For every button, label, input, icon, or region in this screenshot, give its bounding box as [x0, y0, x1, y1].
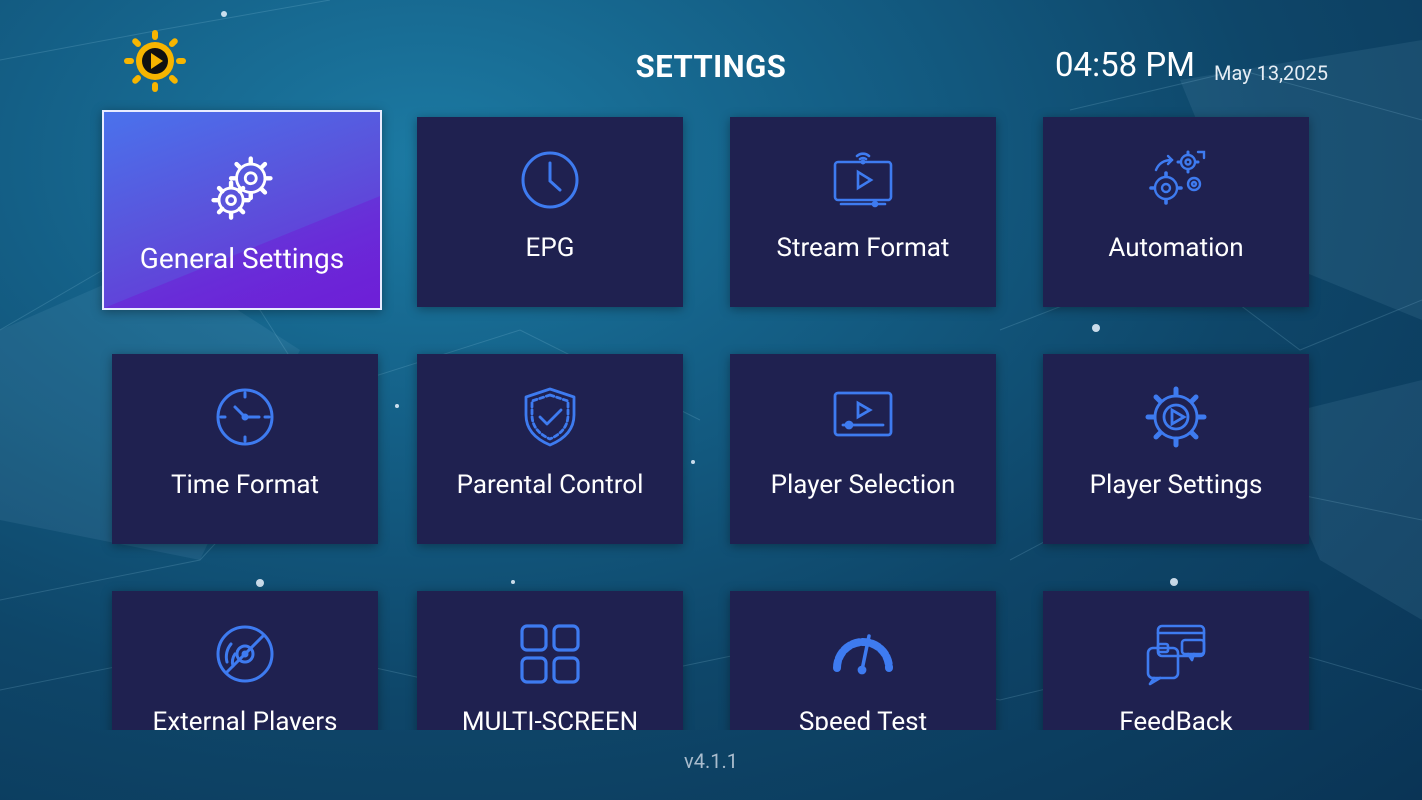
tile-label: Stream Format	[776, 233, 950, 263]
tile-label: General Settings	[139, 242, 345, 275]
tile-player-settings[interactable]: Player Settings	[1043, 354, 1309, 544]
time-clock-icon	[216, 388, 274, 446]
clock-date: May 13,2025	[1214, 61, 1328, 85]
tile-epg[interactable]: EPG	[417, 117, 683, 307]
tile-automation[interactable]: Automation	[1043, 117, 1309, 307]
player-screen-icon	[833, 391, 893, 437]
chat-bubbles-icon	[1146, 624, 1206, 686]
shield-check-icon	[524, 387, 576, 447]
tile-label: External Players	[152, 707, 338, 730]
tile-label: Automation	[1108, 233, 1244, 263]
tile-player-selection[interactable]: Player Selection	[730, 354, 996, 544]
tile-feedback[interactable]: FeedBack	[1043, 591, 1309, 730]
stream-tv-icon	[833, 152, 893, 208]
automation-gears-icon	[1149, 150, 1206, 205]
gears-icon	[211, 156, 273, 220]
tile-time-format[interactable]: Time Format	[112, 354, 378, 544]
tile-label: Speed Test	[798, 707, 928, 730]
tile-label: FeedBack	[1119, 707, 1233, 730]
play-gear-icon	[1145, 386, 1207, 448]
settings-grid: General Settings EPG Stream Format Autom…	[88, 100, 1348, 730]
grid-icon	[520, 624, 580, 684]
tile-stream-format[interactable]: Stream Format	[730, 117, 996, 307]
tile-label: MULTI-SCREEN	[461, 707, 639, 730]
app-version: v4.1.1	[684, 749, 738, 773]
page-title: SETTINGS	[635, 48, 787, 85]
tile-label: Player Selection	[770, 470, 956, 500]
tile-label: Time Format	[170, 470, 320, 500]
clock-icon	[521, 151, 579, 209]
disc-icon	[216, 625, 274, 683]
tile-label: EPG	[525, 233, 575, 263]
tile-label: Parental Control	[456, 470, 644, 500]
speedometer-icon	[833, 634, 893, 675]
tile-parental-control[interactable]: Parental Control	[417, 354, 683, 544]
tile-speed-test[interactable]: Speed Test	[730, 591, 996, 730]
tile-general-settings[interactable]: General Settings	[102, 110, 382, 310]
tile-multi-screen[interactable]: MULTI-SCREEN	[417, 591, 683, 730]
tile-external-players[interactable]: External Players	[112, 591, 378, 730]
clock-time: 04:58 PM	[1055, 46, 1195, 85]
tile-label: Player Settings	[1089, 470, 1263, 500]
